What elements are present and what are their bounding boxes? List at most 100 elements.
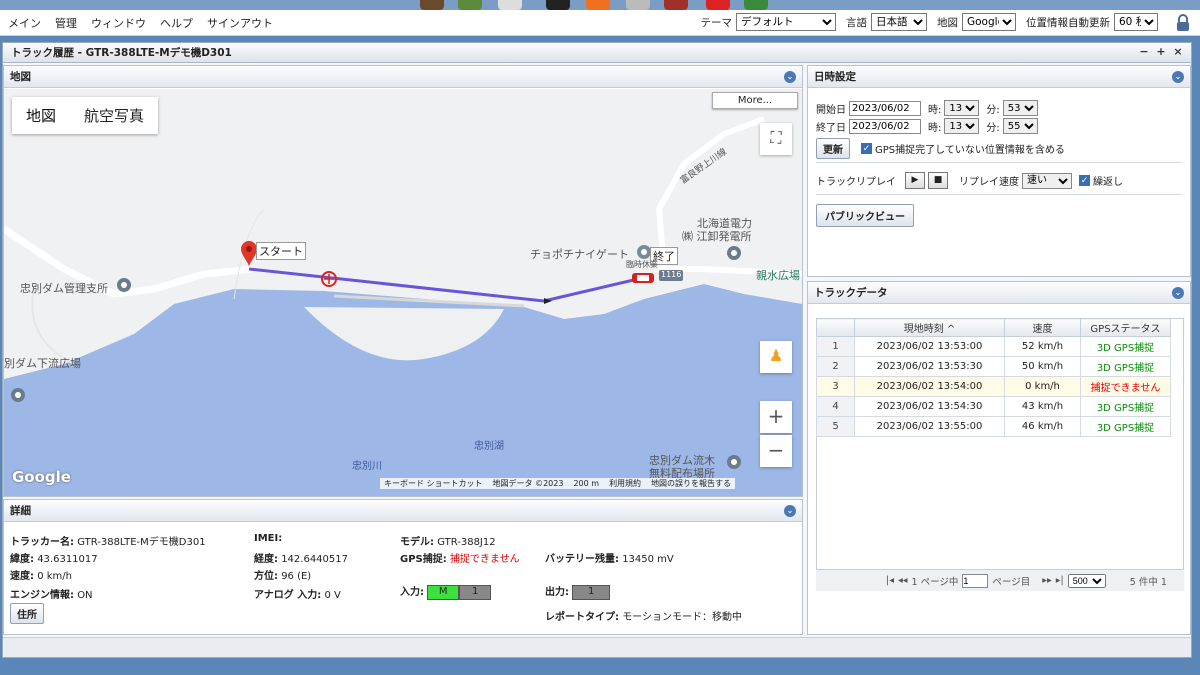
- map-label-downstream: 別ダム下流広場: [4, 357, 81, 370]
- maximize-button[interactable]: +: [1154, 45, 1168, 59]
- map-attribution: キーボード ショートカット 地図データ ©2023 200 m 利用規約 地図の…: [380, 478, 736, 489]
- address-button-wrap: 住所: [10, 603, 44, 624]
- zoom-in-button[interactable]: +: [760, 401, 792, 433]
- details-title: 詳細: [10, 505, 31, 517]
- google-logo: Google: [12, 468, 71, 486]
- replay-speed-select[interactable]: 速い: [1022, 172, 1072, 189]
- page-input[interactable]: [962, 573, 989, 588]
- stop-icon[interactable]: [706, 0, 730, 10]
- public-row: パブリックビュー: [816, 204, 914, 227]
- stop-icon[interactable]: ■: [928, 172, 948, 189]
- replay-row: トラックリプレイ ▶ ■ リプレイ速度 速い ✓ 繰返し: [816, 172, 1123, 189]
- next-page-icon[interactable]: ▸▸: [1042, 575, 1052, 586]
- column-time[interactable]: 現地時刻 ^: [854, 318, 1005, 337]
- map-label-chopochi: チョポチナイゲート: [530, 248, 629, 261]
- compass-icon[interactable]: [498, 0, 522, 10]
- update-button[interactable]: 更新: [816, 138, 850, 159]
- map-data-text: 地図データ ©2023: [492, 479, 564, 488]
- map-label-kitahoku2: ㈱ 江卸発電所: [682, 230, 752, 243]
- map-label: 地図: [937, 16, 958, 29]
- table-row[interactable]: 5 2023/06/02 13:55:00 46 km/h 3D GPS捕捉: [816, 416, 1171, 437]
- start-label: スタート: [256, 242, 306, 260]
- column-gps-status[interactable]: GPSステータス: [1080, 318, 1171, 337]
- menu-main[interactable]: メイン: [8, 15, 41, 31]
- repeat-checkbox[interactable]: ✓: [1079, 175, 1090, 186]
- address-button[interactable]: 住所: [10, 603, 44, 624]
- collapse-icon[interactable]: ⌄: [1172, 71, 1184, 83]
- start-date-input[interactable]: [849, 100, 921, 116]
- last-page-icon[interactable]: ▸|: [1056, 575, 1064, 586]
- direction: 方位: 96 (E): [254, 571, 312, 582]
- book-icon[interactable]: [664, 0, 688, 10]
- settings-bar: テーマ デフォルト 言語 日本語 地図 Google 位置情報自動更新 60 秒: [700, 13, 1158, 31]
- table-row[interactable]: 4 2023/06/02 13:54:30 43 km/h 3D GPS捕捉: [816, 396, 1171, 417]
- device-icon[interactable]: [546, 0, 570, 10]
- end-row: 終了日 時: 13 分: 55: [816, 118, 1038, 134]
- menu-window[interactable]: ウィンドウ: [91, 15, 146, 31]
- bench-icon[interactable]: [420, 0, 444, 10]
- status-bar: [3, 637, 1191, 657]
- map-icon[interactable]: [458, 0, 482, 10]
- street-view-icon[interactable]: ♟: [760, 341, 792, 373]
- map-provider-select[interactable]: Google: [962, 13, 1016, 31]
- menu-signout[interactable]: サインアウト: [207, 15, 273, 31]
- play-icon[interactable]: ▶: [905, 172, 925, 189]
- table-row[interactable]: 1 2023/06/02 13:53:00 52 km/h 3D GPS捕捉: [816, 336, 1171, 357]
- collapse-icon[interactable]: ⌄: [784, 505, 796, 517]
- zoom-out-button[interactable]: −: [760, 435, 792, 467]
- public-view-button[interactable]: パブリックビュー: [816, 204, 914, 227]
- menu-admin[interactable]: 管理: [55, 15, 77, 31]
- map-type-satellite[interactable]: 航空写真: [70, 97, 158, 134]
- antenna-icon[interactable]: [626, 0, 650, 10]
- pumpkin-icon[interactable]: [586, 0, 610, 10]
- engine: エンジン情報: ON: [10, 590, 93, 601]
- end-date-input[interactable]: [849, 118, 921, 134]
- fullscreen-icon[interactable]: ⛶: [760, 123, 792, 155]
- collapse-icon[interactable]: ⌄: [1172, 287, 1184, 299]
- datetime-header: 日時設定 ⌄: [808, 66, 1190, 88]
- theme-label: テーマ: [700, 16, 733, 29]
- minimize-button[interactable]: −: [1137, 45, 1151, 59]
- start-row: 開始日 時: 13 分: 53: [816, 100, 1038, 116]
- map-canvas[interactable]: 地図 航空写真 More... ⛶ ♟ + − スタート 終了 北海道電力 ㈱ …: [4, 89, 802, 496]
- end-hour-select[interactable]: 13: [944, 118, 980, 134]
- column-speed[interactable]: 速度: [1004, 318, 1081, 337]
- language-select[interactable]: 日本語: [871, 13, 927, 31]
- terms-link[interactable]: 利用規約: [609, 478, 641, 489]
- table-row[interactable]: 2 2023/06/02 13:53:30 50 km/h 3D GPS捕捉: [816, 356, 1171, 377]
- gps-status: GPS捕捉: 捕捉できません: [400, 554, 520, 565]
- lock-icon[interactable]: [1176, 14, 1190, 32]
- digital-input: 入力: M1: [400, 583, 492, 600]
- model: モデル: GTR-388J12: [400, 537, 496, 548]
- map-type-toggle: 地図 航空写真: [12, 97, 159, 134]
- map-background: [4, 89, 802, 496]
- map-label-shinsui: 親水広場: [756, 269, 800, 282]
- collapse-icon[interactable]: ⌄: [784, 71, 796, 83]
- start-minute-select[interactable]: 53: [1002, 100, 1038, 116]
- end-minute-select[interactable]: 55: [1002, 118, 1038, 134]
- window-title-bar[interactable]: トラック履歴 - GTR-388LTE-Mデモ機D301 − + ×: [3, 43, 1191, 63]
- map-type-map[interactable]: 地図: [12, 97, 70, 134]
- more-button[interactable]: More...: [712, 92, 798, 109]
- keyboard-shortcut-link[interactable]: キーボード ショートカット: [384, 478, 483, 489]
- page-size-select[interactable]: 500: [1067, 573, 1106, 588]
- menu-help[interactable]: ヘルプ: [160, 15, 193, 31]
- table-row[interactable]: 3 2023/06/02 13:54:00 0 km/h 捕捉できません: [816, 376, 1171, 397]
- report-error-link[interactable]: 地図の誤りを報告する: [651, 478, 731, 489]
- report-type: レポートタイプ: モーションモード：移動中: [545, 612, 742, 623]
- details-header: 詳細 ⌄: [4, 500, 802, 522]
- include-gps-label: GPS捕捉完了していない位置情報を含める: [875, 145, 1065, 156]
- map-label-lake: 忠別湖: [474, 441, 504, 452]
- include-gps-checkbox[interactable]: ✓: [861, 143, 872, 154]
- first-page-icon[interactable]: |◂: [886, 575, 894, 586]
- map-label-road: 1116: [661, 270, 682, 279]
- refresh-select[interactable]: 60 秒: [1114, 13, 1158, 31]
- taskbar-icons: [0, 0, 1200, 10]
- prev-page-icon[interactable]: ◂◂: [898, 575, 908, 586]
- chart-icon[interactable]: [744, 0, 768, 10]
- imei: IMEI:: [254, 533, 283, 544]
- datetime-panel: 日時設定 ⌄ 開始日 時: 13 分: 53 終了日 時: 13 分: 55 更…: [807, 65, 1191, 277]
- start-hour-select[interactable]: 13: [944, 100, 980, 116]
- close-button[interactable]: ×: [1171, 45, 1185, 59]
- theme-select[interactable]: デフォルト: [736, 13, 836, 31]
